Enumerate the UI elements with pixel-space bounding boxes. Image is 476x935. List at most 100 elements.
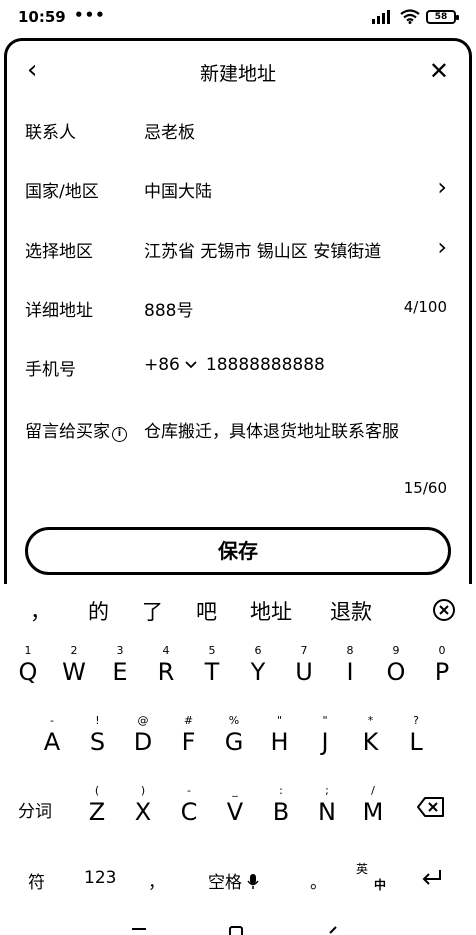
key-q[interactable]: 1Q [8,644,48,686]
key-hint: 0 [438,644,446,657]
phone-group: +86 18888888888 [144,355,325,375]
back-nav-icon[interactable] [326,923,340,935]
key-z[interactable]: (Z [77,784,117,826]
language-switch-key[interactable]: 英 中 [356,860,390,894]
key-label: J [321,728,329,756]
key-hint: ; [325,784,329,797]
wifi-icon [400,9,420,24]
country-row[interactable]: 国家/地区 中国大陆 › [7,169,469,209]
key-h[interactable]: " H [260,714,300,756]
key-hint: 4 [162,644,170,657]
key-hint: / [371,784,375,797]
symbol-key[interactable]: 符 [28,868,45,893]
key-hint: % [228,714,240,727]
key-hint: 7 [300,644,308,657]
address-row[interactable]: 详细地址 888号 4/100 [7,288,469,328]
microphone-icon [247,874,260,889]
key-m[interactable]: / M [353,784,393,826]
key-u[interactable]: 7U [284,644,324,686]
enter-icon[interactable] [420,868,444,888]
space-key[interactable]: 空格 [208,868,260,893]
key-label: E [112,658,128,686]
key-hint: - [50,714,54,727]
key-hint: : [279,784,283,797]
contact-row[interactable]: 联系人 忌老板 [7,110,469,150]
key-hint: " [322,714,328,727]
signal-icon [372,9,390,24]
key-n[interactable]: ; N [307,784,347,826]
chevron-down-icon[interactable] [184,360,198,370]
key-label: H [270,728,289,756]
region-row[interactable]: 选择地区 江苏省 无锡市 锡山区 安镇街道 › [7,229,469,269]
candidate-item[interactable]: 地址 [250,596,292,626]
key-label: P [434,658,450,686]
key-s[interactable]: ! S [78,714,118,756]
message-row[interactable]: 留言给买家 i 仓库搬迁，具体退货地址联系客服 [7,409,469,449]
key-d[interactable]: @ D [123,714,163,756]
sheet-header: ‹ 新建地址 ✕ [7,53,469,89]
candidate-item[interactable]: ， [30,596,51,626]
candidate-item[interactable]: 退款 [330,596,372,626]
key-p[interactable]: 0P [422,644,462,686]
key-label: O [386,658,406,686]
key-label: S [89,728,106,756]
region-value: 江苏省 无锡市 锡山区 安镇街道 [144,242,382,262]
menu-nav-icon[interactable] [130,923,148,935]
phone-field[interactable]: 18888888888 [206,355,325,375]
key-i[interactable]: 8I [330,644,370,686]
address-field[interactable]: 888号 [144,296,193,321]
lang-chinese: 中 [374,878,387,892]
key-hint: 2 [70,644,78,657]
key-o[interactable]: 9O [376,644,416,686]
clear-candidates-icon[interactable] [432,598,456,622]
key-w[interactable]: 2W [54,644,94,686]
key-label: W [62,658,86,686]
save-button[interactable]: 保存 [25,527,451,575]
country-value: 中国大陆 [144,182,212,202]
fenci-key[interactable]: 分词 [18,797,52,822]
key-hint: ( [94,784,100,797]
key-g[interactable]: % G [214,714,254,756]
period-key[interactable]: 。 [310,868,327,893]
backspace-icon[interactable] [416,796,446,818]
country-label: 国家/地区 [25,182,99,202]
key-a[interactable]: -A [32,714,72,756]
key-label: K [362,728,379,756]
candidate-item[interactable]: 吧 [196,596,217,626]
key-c[interactable]: -C [169,784,209,826]
candidate-item[interactable]: 的 [88,596,109,626]
key-label: Y [250,658,266,686]
candidate-item[interactable]: 了 [142,596,163,626]
status-bar: 10:59 ••• 58 [0,0,476,36]
key-l[interactable]: ? L [396,714,436,756]
key-k[interactable]: * K [351,714,391,756]
close-icon[interactable]: ✕ [429,57,449,85]
contact-field[interactable]: 忌老板 [144,118,195,143]
page-title: 新建地址 [199,63,276,85]
battery-level: 58 [434,11,448,22]
phone-row[interactable]: 手机号 +86 18888888888 [7,347,469,387]
comma-key[interactable]: ， [148,868,165,893]
key-hint: - [187,784,191,797]
key-t[interactable]: 5T [192,644,232,686]
key-label: F [181,728,196,756]
key-hint: * [367,714,374,727]
key-hint: _ [232,784,238,797]
key-e[interactable]: 3E [100,644,140,686]
key-b[interactable]: :B [261,784,301,826]
number-key[interactable]: 123 [84,868,116,888]
navigation-bar [0,921,476,935]
key-j[interactable]: " J [305,714,345,756]
key-label: G [224,728,244,756]
key-f[interactable]: # F [169,714,209,756]
home-nav-icon[interactable] [228,923,244,935]
key-label: M [362,798,384,826]
message-field[interactable]: 仓库搬迁，具体退货地址联系客服 [144,417,399,442]
key-r[interactable]: 4R [146,644,186,686]
info-icon[interactable]: i [112,427,127,442]
battery-icon: 58 [426,9,459,24]
country-code-select[interactable]: +86 [144,355,180,375]
key-v[interactable]: _ V [215,784,255,826]
key-x[interactable]: ) X [123,784,163,826]
key-y[interactable]: 6Y [238,644,278,686]
